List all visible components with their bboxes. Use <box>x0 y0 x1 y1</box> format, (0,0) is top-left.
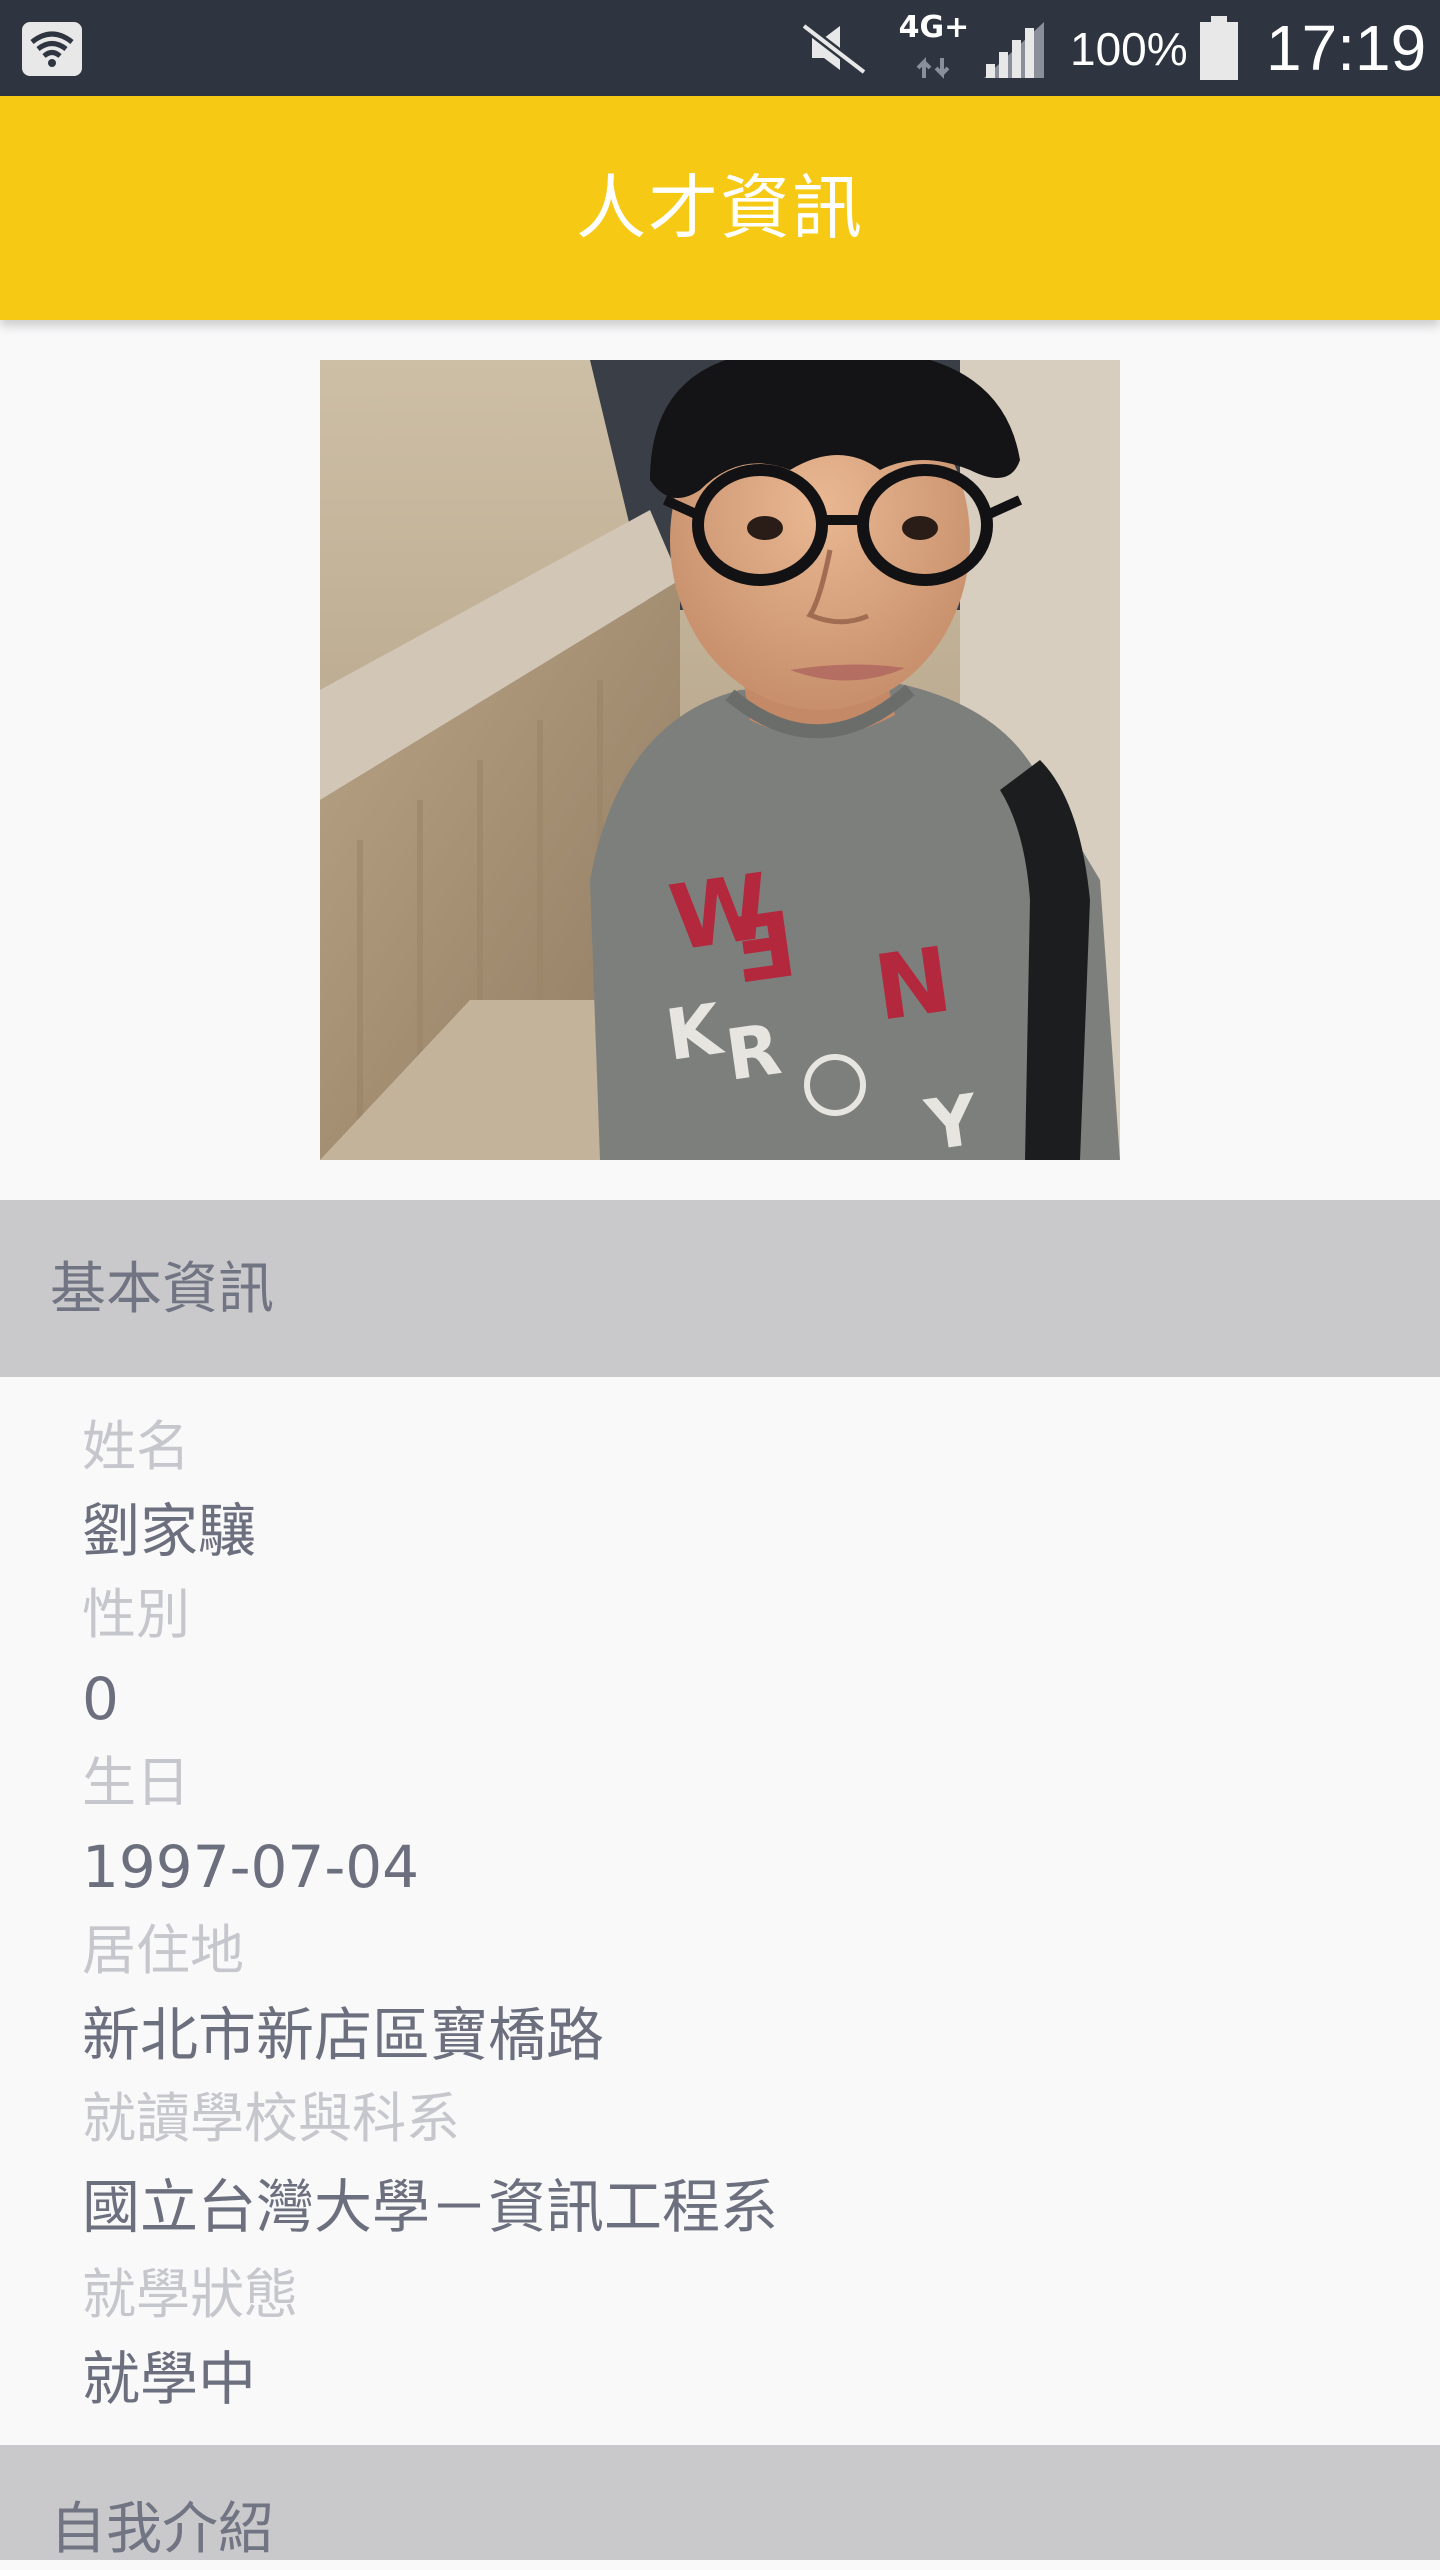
page-title: 人才資訊 <box>576 167 864 249</box>
residence-label: 居住地 <box>82 1919 244 1982</box>
svg-text:N: N <box>868 927 957 1041</box>
signal-icon <box>982 20 1046 78</box>
battery-icon <box>1198 16 1240 80</box>
school-major-label: 就讀學校與科系 <box>82 2087 460 2150</box>
basic-info-title: 基本資訊 <box>50 1257 274 1322</box>
birthday-value: 1997-07-04 <box>82 1833 420 1901</box>
battery-percent: 100% <box>1070 23 1188 75</box>
status-bar: 4G+ 100% 17:19 <box>0 0 1440 96</box>
birthday-label: 生日 <box>82 1751 190 1814</box>
app-bar: 人才資訊 <box>0 96 1440 320</box>
profile-photo: W E N K R Y <box>320 360 1120 1160</box>
study-status-value: 就學中 <box>82 2345 257 2413</box>
study-status-label: 就學狀態 <box>82 2263 298 2326</box>
school-major-value: 國立台灣大學－資訊工程系 <box>82 2173 779 2241</box>
name-value: 劉家驤 <box>82 1497 257 1565</box>
network-4g-icon: 4G+ <box>898 10 970 86</box>
network-type-label: 4G+ <box>898 10 970 45</box>
gender-value: 0 <box>82 1665 119 1733</box>
svg-text:R: R <box>721 1008 786 1097</box>
residence-value: 新北市新店區寶橋路 <box>82 2001 605 2069</box>
name-label: 姓名 <box>82 1415 190 1478</box>
wifi-icon <box>22 22 82 76</box>
basic-info-list: 姓名 劉家驤 性別 0 生日 1997-07-04 居住地 新北市新店區寶橋路 … <box>0 1377 1440 2445</box>
gender-label: 性別 <box>82 1583 190 1646</box>
basic-info-header: 基本資訊 <box>0 1200 1440 1378</box>
self-intro-header: 自我介紹 <box>0 2445 1440 2562</box>
mute-icon <box>800 20 870 76</box>
clock: 17:19 <box>1266 12 1427 84</box>
self-intro-title: 自我介紹 <box>50 2497 274 2562</box>
